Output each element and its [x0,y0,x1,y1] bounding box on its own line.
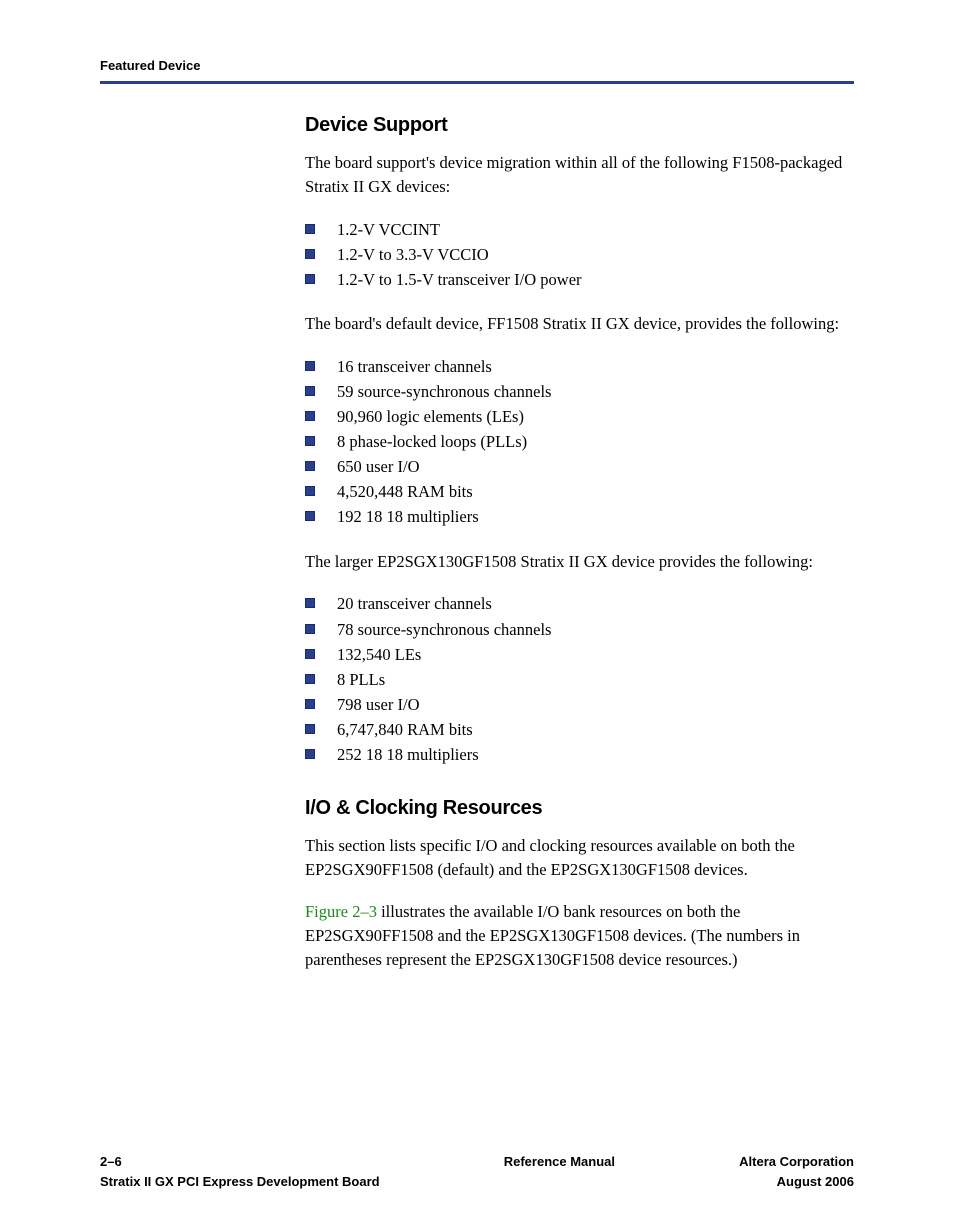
list-item-text: 192 18 18 multipliers [337,507,479,526]
list-item-text: 1.2-V to 1.5-V transceiver I/O power [337,270,582,289]
page-footer: 2–6 Stratix II GX PCI Express Developmen… [100,1152,854,1191]
section-title-io-clocking: I/O & Clocking Resources [305,797,854,820]
list-item-text: 16 transceiver channels [337,357,492,376]
bullet-list: 1.2-V VCCINT 1.2-V to 3.3-V VCCIO 1.2-V … [305,217,854,292]
footer-center-text: Reference Manual [504,1152,615,1172]
list-item: 8 PLLs [305,667,854,692]
list-item-text: 132,540 LEs [337,645,421,664]
list-item: 78 source-synchronous channels [305,617,854,642]
list-item: 16 transceiver channels [305,354,854,379]
list-item-text: 6,747,840 RAM bits [337,720,473,739]
paragraph: The board's default device, FF1508 Strat… [305,312,854,336]
header-rule [100,81,854,84]
running-header: Featured Device [100,58,854,73]
square-bullet-icon [305,461,315,471]
list-item: 8 phase-locked loops (PLLs) [305,429,854,454]
paragraph: The larger EP2SGX130GF1508 Stratix II GX… [305,550,854,574]
square-bullet-icon [305,649,315,659]
square-bullet-icon [305,511,315,521]
list-item-text: 252 18 18 multipliers [337,745,479,764]
list-item: 1.2-V VCCINT [305,217,854,242]
list-item-text: 8 PLLs [337,670,385,689]
list-item-text: 59 source-synchronous channels [337,382,551,401]
list-item-text: 1.2-V to 3.3-V VCCIO [337,245,489,264]
list-item-text: 78 source-synchronous channels [337,620,551,639]
list-item-text: 1.2-V VCCINT [337,220,440,239]
footer-left: 2–6 Stratix II GX PCI Express Developmen… [100,1152,380,1191]
square-bullet-icon [305,436,315,446]
paragraph: This section lists specific I/O and cloc… [305,834,854,882]
footer-right: Altera Corporation August 2006 [739,1152,854,1191]
square-bullet-icon [305,598,315,608]
list-item: 252 18 18 multipliers [305,742,854,767]
square-bullet-icon [305,224,315,234]
publication-date: August 2006 [739,1172,854,1192]
page-number: 2–6 [100,1152,380,1172]
footer-center: Reference Manual [504,1152,615,1191]
paragraph-text: illustrates the available I/O bank resou… [305,902,800,969]
list-item: 59 source-synchronous channels [305,379,854,404]
list-item-text: 90,960 logic elements (LEs) [337,407,524,426]
square-bullet-icon [305,486,315,496]
square-bullet-icon [305,361,315,371]
square-bullet-icon [305,386,315,396]
bullet-list: 16 transceiver channels 59 source-synchr… [305,354,854,530]
paragraph: Figure 2–3 illustrates the available I/O… [305,900,854,972]
square-bullet-icon [305,624,315,634]
list-item-text: 798 user I/O [337,695,419,714]
list-item-text: 650 user I/O [337,457,419,476]
list-item-text: 4,520,448 RAM bits [337,482,473,501]
bullet-list: 20 transceiver channels 78 source-synchr… [305,591,854,767]
list-item: 6,747,840 RAM bits [305,717,854,742]
company-name: Altera Corporation [739,1152,854,1172]
list-item: 1.2-V to 1.5-V transceiver I/O power [305,267,854,292]
figure-link[interactable]: Figure 2–3 [305,902,377,921]
list-item: 798 user I/O [305,692,854,717]
list-item: 20 transceiver channels [305,591,854,616]
square-bullet-icon [305,674,315,684]
list-item-text: 8 phase-locked loops (PLLs) [337,432,527,451]
content-column: Device Support The board support's devic… [305,114,854,972]
list-item: 192 18 18 multipliers [305,504,854,529]
square-bullet-icon [305,249,315,259]
list-item: 132,540 LEs [305,642,854,667]
section-title-device-support: Device Support [305,114,854,137]
list-item: 90,960 logic elements (LEs) [305,404,854,429]
paragraph: The board support's device migration wit… [305,151,854,199]
document-title: Stratix II GX PCI Express Development Bo… [100,1172,380,1192]
list-item: 4,520,448 RAM bits [305,479,854,504]
list-item: 1.2-V to 3.3-V VCCIO [305,242,854,267]
square-bullet-icon [305,699,315,709]
list-item: 650 user I/O [305,454,854,479]
square-bullet-icon [305,749,315,759]
square-bullet-icon [305,724,315,734]
square-bullet-icon [305,411,315,421]
list-item-text: 20 transceiver channels [337,594,492,613]
square-bullet-icon [305,274,315,284]
